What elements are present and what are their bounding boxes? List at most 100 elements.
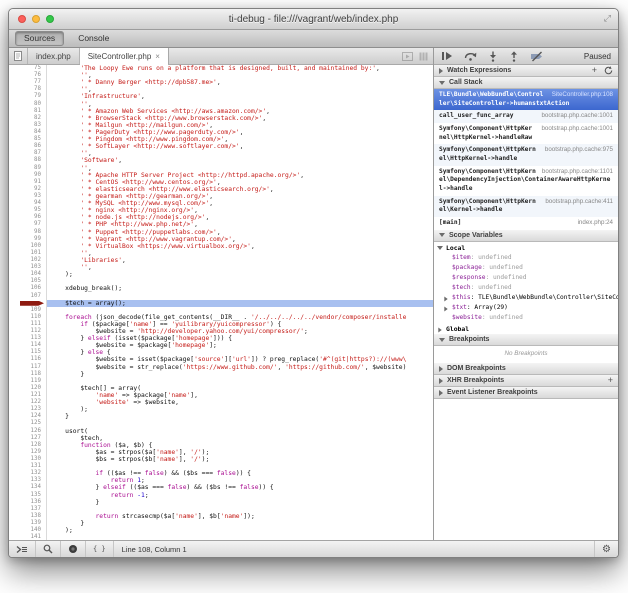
step-over-button[interactable] <box>464 51 477 61</box>
tab-sources[interactable]: Sources <box>15 31 64 46</box>
xhr-breakpoints-header[interactable]: XHR Breakpoints + <box>434 375 618 387</box>
gutter-line-number[interactable]: 88 <box>9 157 47 164</box>
gutter-line-number[interactable]: 134 <box>9 484 47 491</box>
callstack-frame[interactable]: bootstrap.php.cache:1001call_user_func_a… <box>434 110 618 123</box>
console-toggle-button[interactable] <box>9 541 36 557</box>
gutter-line-number[interactable]: 107 <box>9 293 47 300</box>
resume-button[interactable] <box>441 51 453 61</box>
gutter-line-number[interactable]: 110 <box>9 314 47 321</box>
gutter-line-number[interactable]: 126 <box>9 428 47 435</box>
gutter-line-number[interactable]: 136 <box>9 499 47 506</box>
gutter-line-number[interactable]: 131 <box>9 463 47 470</box>
gutter-line-number[interactable]: 84 <box>9 129 47 136</box>
gutter-line-number[interactable]: 119 <box>9 378 47 385</box>
gutter-line-number[interactable]: 123 <box>9 406 47 413</box>
gutter-line-number[interactable]: 80 <box>9 101 47 108</box>
gutter-line-number[interactable]: 81 <box>9 108 47 115</box>
zoom-window-button[interactable] <box>46 15 54 23</box>
tab-console[interactable]: Console <box>69 31 118 46</box>
gutter-line-number[interactable]: 95 <box>9 207 47 214</box>
step-out-button[interactable] <box>509 51 519 62</box>
gutter-line-number[interactable]: 104 <box>9 271 47 278</box>
forward-arrow-icon[interactable] <box>402 52 413 61</box>
title-bar[interactable]: ti-debug - file:///vagrant/web/index.php… <box>9 9 618 30</box>
fullscreen-icon[interactable]: ⤢ <box>604 13 611 24</box>
gutter-line-number[interactable]: 87 <box>9 150 47 157</box>
gutter-line-number[interactable]: 133 <box>9 477 47 484</box>
gutter-line-number[interactable]: 135 <box>9 492 47 499</box>
code-area[interactable]: 75 'The Loopy Ewe runs on a platform tha… <box>9 65 433 542</box>
settings-gear-button[interactable]: ⚙ <box>594 541 618 557</box>
gutter-line-number[interactable]: 97 <box>9 221 47 228</box>
callstack-frame[interactable]: bootstrap.php.cache:1001Symfony\Componen… <box>434 123 618 144</box>
gutter-line-number[interactable]: 120 <box>9 385 47 392</box>
gutter-line-number[interactable]: 77 <box>9 79 47 86</box>
gutter-line-number[interactable]: 78 <box>9 86 47 93</box>
gutter-line-number[interactable]: 132 <box>9 470 47 477</box>
watch-expressions-header[interactable]: Watch Expressions + <box>434 65 618 77</box>
gutter-line-number[interactable]: 116 <box>9 356 47 363</box>
close-window-button[interactable] <box>18 15 26 23</box>
gutter-line-number[interactable]: 140 <box>9 527 47 534</box>
gutter-line-number[interactable]: 91 <box>9 179 47 186</box>
add-watch-button[interactable]: + <box>592 66 597 75</box>
gutter-line-number[interactable]: 89 <box>9 165 47 172</box>
gutter-line-number[interactable]: 114 <box>9 342 47 349</box>
columns-icon[interactable] <box>419 52 428 61</box>
gutter-line-number[interactable]: 79 <box>9 93 47 100</box>
callstack-frame[interactable]: SiteController.php:108TLE\Bundle\WebBund… <box>434 89 618 110</box>
file-tab-index-php[interactable]: index.php <box>28 48 80 64</box>
gutter-line-number[interactable]: 127 <box>9 435 47 442</box>
gutter-line-number[interactable]: 103 <box>9 264 47 271</box>
navigator-toggle-button[interactable] <box>9 48 28 64</box>
gutter-line-number[interactable]: 124 <box>9 413 47 420</box>
gutter-line-number[interactable]: 83 <box>9 122 47 129</box>
gutter-line-number[interactable]: 92 <box>9 186 47 193</box>
gutter-line-number[interactable]: 121 <box>9 392 47 399</box>
gutter-line-number[interactable]: 102 <box>9 257 47 264</box>
gutter-line-number[interactable]: 101 <box>9 250 47 257</box>
activity-button[interactable] <box>61 541 86 557</box>
scope-variable[interactable]: $txt: Array(29) <box>434 303 618 313</box>
gutter-line-number[interactable]: 129 <box>9 449 47 456</box>
gutter-line-number[interactable]: 113 <box>9 335 47 342</box>
gutter-line-number[interactable]: 96 <box>9 214 47 221</box>
minimize-window-button[interactable] <box>32 15 40 23</box>
gutter-line-number[interactable]: 130 <box>9 456 47 463</box>
dom-breakpoints-header[interactable]: DOM Breakpoints <box>434 363 618 375</box>
gutter-line-number[interactable]: 106 <box>9 285 47 292</box>
gutter-line-number[interactable]: 139 <box>9 520 47 527</box>
gutter-line-number[interactable]: 76 <box>9 72 47 79</box>
search-button[interactable] <box>36 541 61 557</box>
gutter-line-number[interactable]: 82 <box>9 115 47 122</box>
gutter-line-number[interactable]: 112 <box>9 328 47 335</box>
gutter-line-number[interactable]: 105 <box>9 278 47 285</box>
global-scope-toggle[interactable]: Global <box>434 323 618 334</box>
breakpoints-header[interactable]: Breakpoints <box>434 334 618 346</box>
deactivate-breakpoints-button[interactable] <box>530 51 544 62</box>
callstack-frame[interactable]: bootstrap.php.cache:1101Symfony\Componen… <box>434 166 618 196</box>
gutter-line-number[interactable]: 125 <box>9 420 47 427</box>
add-xhr-breakpoint-button[interactable]: + <box>608 376 613 385</box>
gutter-line-number[interactable]: 99 <box>9 236 47 243</box>
gutter-line-number[interactable]: 90 <box>9 172 47 179</box>
gutter-line-number[interactable]: 85 <box>9 136 47 143</box>
gutter-line-number[interactable]: 137 <box>9 506 47 513</box>
gutter-line-number[interactable]: 117 <box>9 364 47 371</box>
pretty-print-button[interactable]: { } <box>86 541 114 557</box>
gutter-line-number[interactable]: 100 <box>9 243 47 250</box>
file-tab-sitecontroller-php[interactable]: SiteController.php × <box>80 48 169 65</box>
gutter-line-number[interactable]: 86 <box>9 143 47 150</box>
gutter-line-number[interactable]: 93 <box>9 193 47 200</box>
gutter-line-number[interactable]: 111 <box>9 321 47 328</box>
step-into-button[interactable] <box>488 51 498 62</box>
scope-variables-header[interactable]: Scope Variables <box>434 230 618 242</box>
gutter-line-number[interactable]: 128 <box>9 442 47 449</box>
callstack-frame[interactable]: bootstrap.php.cache:975Symfony\Component… <box>434 144 618 165</box>
gutter-line-number[interactable]: 115 <box>9 349 47 356</box>
gutter-line-number[interactable]: 75 <box>9 65 47 72</box>
gutter-line-number[interactable]: 94 <box>9 200 47 207</box>
scope-variable[interactable]: $this: TLE\Bundle\WebBundle\Controller\S… <box>434 293 618 303</box>
refresh-watch-button[interactable] <box>604 66 613 75</box>
local-scope-toggle[interactable]: Local <box>434 242 618 253</box>
